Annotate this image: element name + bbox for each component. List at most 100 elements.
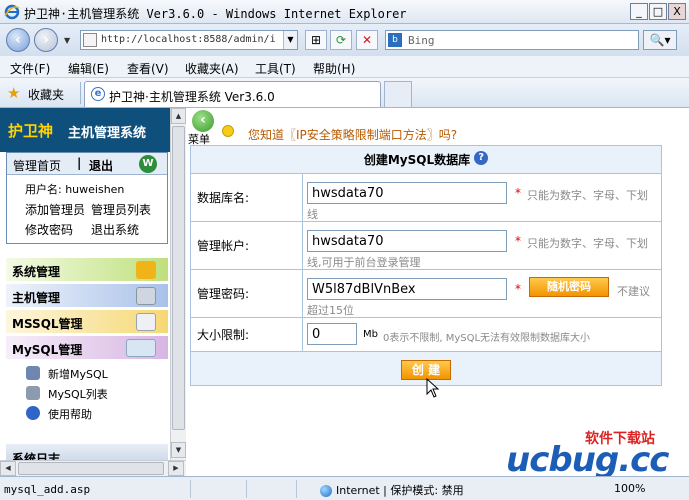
status-panel-divider — [296, 480, 297, 498]
back-menu-icon[interactable]: ‹ — [192, 110, 214, 132]
category-host-label: 主机管理 — [12, 291, 61, 305]
admin-home-link[interactable]: 管理首页 — [13, 157, 61, 174]
username-label: 用户名: huweishen — [25, 183, 125, 196]
watermark-logo: ucbug.cc — [506, 440, 669, 480]
logout-link[interactable]: 退出 — [89, 157, 113, 174]
window-title-bar: 护卫神·主机管理系统 Ver3.6.0 - Windows Internet E… — [0, 0, 689, 24]
add-mysql-link[interactable]: 新增MySQL — [48, 366, 108, 382]
history-dropdown-icon[interactable]: ▼ — [64, 36, 70, 45]
mysql-list-link[interactable]: MySQL列表 — [48, 386, 108, 402]
menu-edit[interactable]: 编辑(E) — [68, 60, 109, 77]
database-icon — [136, 313, 156, 331]
size-limit-input[interactable] — [307, 323, 357, 345]
menu-tools[interactable]: 工具(T) — [255, 60, 296, 77]
compatibility-view-button[interactable]: ⊞ — [305, 30, 327, 50]
dbname-hint-cont: 线 — [307, 208, 318, 221]
mysql-logo-icon — [126, 339, 156, 357]
gears-icon — [136, 261, 156, 279]
sidebar-vertical-scrollbar[interactable]: ▲ ▼ — [170, 108, 186, 460]
search-button[interactable]: 🔍▾ — [643, 30, 677, 50]
stop-button[interactable]: ✕ — [356, 30, 378, 50]
address-field[interactable]: http://localhost:8588/admin/ir ▼ — [80, 30, 298, 50]
required-mark: * — [515, 234, 521, 248]
required-mark: * — [515, 282, 521, 296]
globe-icon — [320, 485, 332, 497]
help-question-icon[interactable]: ? — [474, 151, 489, 165]
category-system[interactable]: 系统管理 — [6, 258, 168, 282]
refresh-button[interactable]: ⟳ — [330, 30, 352, 50]
size-limit-label: 大小限制: — [190, 317, 303, 352]
admin-list-link[interactable]: 管理员列表 — [91, 201, 151, 218]
address-toolbar: ‹ › ▼ http://localhost:8588/admin/ir ▼ ⊞… — [0, 24, 689, 56]
search-placeholder[interactable]: Bing — [408, 34, 435, 47]
add-database-icon — [26, 366, 40, 380]
address-url[interactable]: http://localhost:8588/admin/ir — [101, 34, 277, 45]
create-db-form: 创建MySQL数据库? 数据库名: * 只能为数字、字母、下划 线 管理帐户: … — [190, 145, 662, 386]
database-list-icon — [26, 386, 40, 400]
user-panel-header: 管理首页 | 退出 W — [7, 153, 167, 175]
dbname-cell: * 只能为数字、字母、下划 线 — [302, 173, 662, 222]
password-input[interactable] — [307, 278, 507, 300]
scroll-down-icon[interactable]: ▼ — [171, 442, 186, 458]
create-button[interactable]: 创 建 — [401, 359, 451, 380]
close-window-button[interactable]: X — [668, 3, 686, 20]
menu-file[interactable]: 文件(F) — [10, 60, 50, 77]
forward-button[interactable]: › — [34, 28, 58, 52]
server-icon — [136, 287, 156, 305]
scroll-up-icon[interactable]: ▲ — [171, 108, 186, 124]
maximize-button[interactable]: □ — [649, 3, 667, 20]
scroll-thumb[interactable] — [172, 126, 185, 430]
status-text: mysql_add.asp — [4, 483, 91, 496]
exit-system-link[interactable]: 退出系统 — [91, 221, 139, 238]
usage-help-link[interactable]: 使用帮助 — [48, 406, 92, 422]
menu-favorites[interactable]: 收藏夹(A) — [185, 60, 239, 77]
divider: | — [77, 156, 82, 170]
change-password-link[interactable]: 修改密码 — [25, 221, 73, 238]
minimize-button[interactable]: _ — [630, 3, 648, 20]
favorites-bar: ★ 收藏夹 e 护卫神·主机管理系统 Ver3.6.0 — [0, 78, 689, 108]
category-mssql[interactable]: MSSQL管理 — [6, 310, 168, 334]
separator — [80, 82, 81, 104]
tab-page-icon: e — [91, 87, 105, 101]
menu-help[interactable]: 帮助(H) — [313, 60, 355, 77]
scroll-left-icon[interactable]: ◀ — [0, 461, 16, 476]
status-panel-divider — [246, 480, 247, 498]
browser-tab[interactable]: e 护卫神·主机管理系统 Ver3.6.0 — [84, 81, 381, 107]
form-title: 创建MySQL数据库 — [363, 153, 471, 167]
account-hint-cont: 线,可用于前台登录管理 — [307, 256, 421, 269]
zone-text: Internet | 保护模式: 禁用 — [336, 484, 464, 497]
random-password-button[interactable]: 随机密码 — [529, 277, 609, 297]
status-panel-divider — [190, 480, 191, 498]
sidebar: 护卫神 主机管理系统 管理首页 | 退出 W 用户名: huweishen 添加… — [0, 108, 170, 468]
search-field[interactable]: b Bing — [385, 30, 639, 50]
category-mssql-label: MSSQL管理 — [12, 317, 83, 331]
back-button[interactable]: ‹ — [6, 28, 30, 52]
address-dropdown-icon[interactable]: ▼ — [283, 31, 297, 49]
favorites-button[interactable]: 收藏夹 — [28, 86, 64, 103]
brand-name: 护卫神 — [8, 122, 54, 140]
category-mysql[interactable]: MySQL管理 — [6, 336, 168, 360]
category-host[interactable]: 主机管理 — [6, 284, 168, 308]
dbname-input[interactable] — [307, 182, 507, 204]
password-hint-cont: 超过15位 — [307, 304, 354, 317]
hscroll-thumb[interactable] — [18, 462, 164, 475]
forward-arrow-icon: › — [43, 32, 49, 48]
add-admin-link[interactable]: 添加管理员 — [25, 201, 85, 218]
scroll-right-icon[interactable]: ▶ — [168, 461, 184, 476]
security-zone[interactable]: Internet | 保护模式: 禁用 — [320, 482, 464, 498]
zoom-level[interactable]: 100% — [614, 482, 645, 495]
dbname-hint: 只能为数字、字母、下划 — [527, 189, 648, 202]
menu-view[interactable]: 查看(V) — [127, 60, 169, 77]
tip-link[interactable]: 您知道〖IP安全策略限制端口方法〗吗? — [248, 126, 457, 143]
account-input[interactable] — [307, 230, 507, 252]
new-tab-button[interactable] — [384, 81, 412, 107]
size-limit-hint: 0表示不限制, MySQL无法有效限制数据库大小 — [383, 333, 591, 344]
tab-title[interactable]: 护卫神·主机管理系统 Ver3.6.0 — [109, 88, 275, 105]
favorites-star-icon[interactable]: ★ — [7, 84, 20, 102]
window-title: 护卫神·主机管理系统 Ver3.6.0 - Windows Internet E… — [24, 7, 407, 21]
sidebar-horizontal-scrollbar[interactable]: ◀ ▶ — [0, 460, 186, 476]
dbname-label: 数据库名: — [190, 173, 303, 222]
account-cell: * 只能为数字、字母、下划 线,可用于前台登录管理 — [302, 221, 662, 270]
category-system-label: 系统管理 — [12, 265, 61, 279]
required-mark: * — [515, 186, 521, 200]
